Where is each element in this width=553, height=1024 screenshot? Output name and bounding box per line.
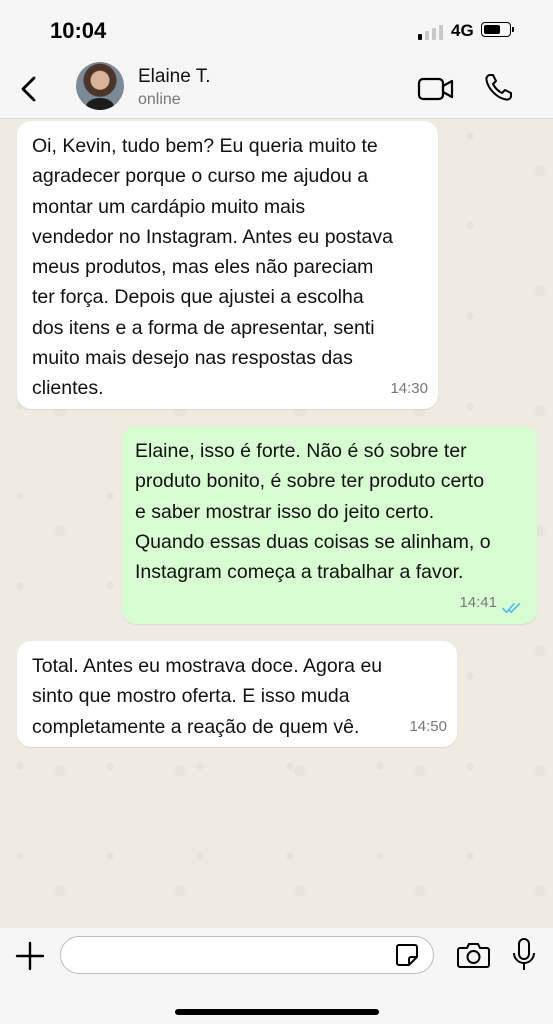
message-input[interactable] bbox=[60, 936, 434, 974]
message-text: Oi, Kevin, tudo bem? Eu queria muito te … bbox=[32, 135, 393, 400]
status-bar: 10:04 4G bbox=[0, 0, 553, 60]
message-composer bbox=[0, 928, 553, 1024]
contact-name[interactable]: Elaine T. bbox=[138, 66, 211, 88]
video-camera-icon[interactable] bbox=[417, 76, 455, 102]
avatar[interactable] bbox=[76, 62, 124, 110]
signal-icon bbox=[418, 24, 446, 40]
battery-icon bbox=[481, 22, 514, 37]
plus-icon[interactable] bbox=[14, 940, 46, 972]
message-bubble-outgoing[interactable]: Elaine, isso é forte. Não é só sobre ter… bbox=[122, 426, 537, 624]
message-text: Total. Antes eu mostrava doce. Agora eu … bbox=[32, 655, 383, 738]
chat-header: Elaine T. online bbox=[0, 60, 553, 119]
home-indicator[interactable] bbox=[175, 1009, 379, 1015]
camera-icon[interactable] bbox=[457, 942, 490, 968]
chevron-left-icon[interactable] bbox=[16, 74, 42, 104]
sticker-icon[interactable] bbox=[395, 943, 419, 967]
contact-status: online bbox=[138, 91, 181, 108]
read-receipt-icon bbox=[502, 603, 521, 613]
battery-fill bbox=[484, 25, 500, 34]
phone-icon[interactable] bbox=[484, 72, 514, 102]
status-time: 10:04 bbox=[50, 18, 107, 43]
message-time: 14:30 bbox=[390, 379, 428, 397]
message-time: 14:50 bbox=[409, 717, 447, 735]
message-time: 14:41 bbox=[459, 593, 497, 611]
message-text: Elaine, isso é forte. Não é só sobre ter… bbox=[135, 440, 491, 584]
message-bubble-incoming[interactable]: Oi, Kevin, tudo bem? Eu queria muito te … bbox=[17, 121, 438, 409]
microphone-icon[interactable] bbox=[512, 938, 536, 972]
network-type: 4G bbox=[451, 21, 474, 40]
message-bubble-incoming[interactable]: Total. Antes eu mostrava doce. Agora eu … bbox=[17, 641, 457, 747]
